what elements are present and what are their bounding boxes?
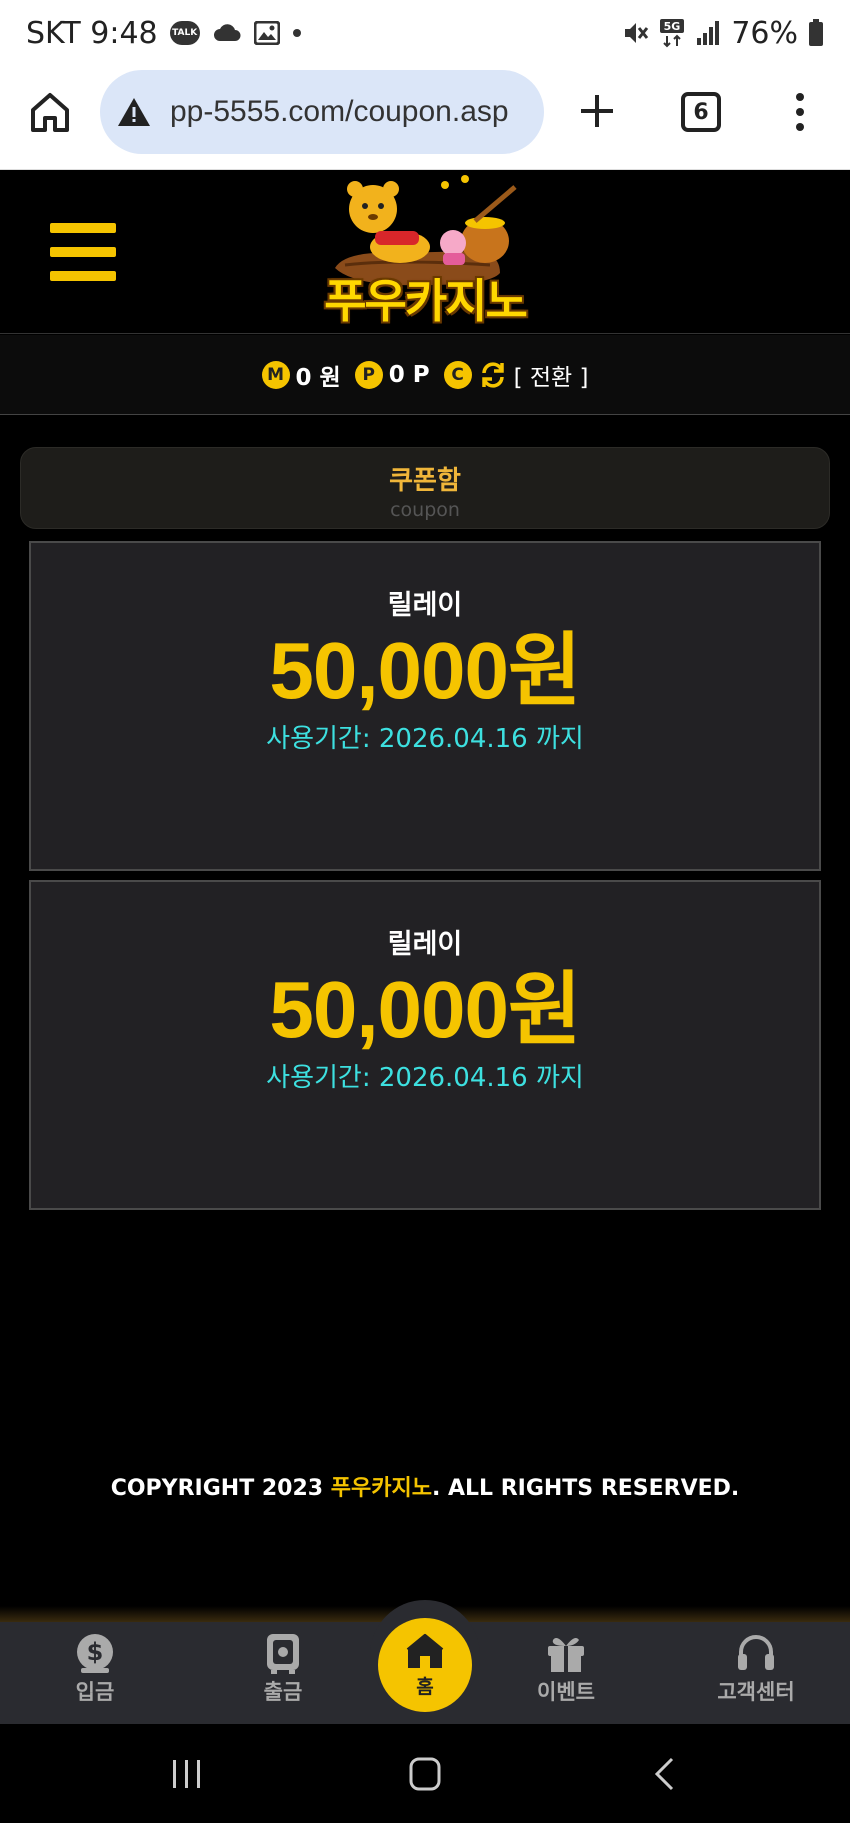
convert-button[interactable]: [ 전환 ] <box>514 358 589 392</box>
coupon-name: 릴레이 <box>387 929 463 960</box>
android-nav-bar <box>0 1724 850 1823</box>
copyright-prefix: COPYRIGHT 2023 <box>110 1476 331 1501</box>
site-logo[interactable]: 푸우카지노 <box>305 173 545 328</box>
coupon-period: 사용기간: 2026.04.16 까지 <box>266 1063 584 1093</box>
plus-icon <box>581 95 613 127</box>
mute-icon <box>621 19 649 47</box>
browser-toolbar: pp-5555.com/coupon.asp 6 <box>0 66 850 170</box>
nav-event[interactable]: 이벤트 <box>496 1632 636 1706</box>
headset-icon <box>738 1635 774 1670</box>
dot-icon <box>292 28 302 38</box>
page-title-korean: 쿠폰함 <box>389 466 461 496</box>
page-title: 쿠폰함 coupon <box>20 447 830 529</box>
status-bar: SKT 9:48 TALK 5G 76% <box>0 0 850 66</box>
nav-home-label: 홈 <box>416 1675 434 1698</box>
battery-icon <box>808 19 824 47</box>
recent-apps-icon[interactable] <box>170 1758 204 1790</box>
money-value: 0 원 <box>295 364 341 391</box>
nav-withdraw-label: 출금 <box>263 1680 303 1704</box>
nav-event-label: 이벤트 <box>537 1680 595 1704</box>
new-tab-button[interactable] <box>576 90 618 132</box>
hamburger-menu-button[interactable] <box>50 223 116 281</box>
nav-deposit-label: 입금 <box>75 1680 115 1704</box>
site-header: 푸우카지노 <box>0 171 850 334</box>
carrier-time: SKT 9:48 <box>26 15 158 51</box>
nav-support-label: 고객센터 <box>717 1680 795 1704</box>
coupon-amount: 50,000원 <box>269 965 581 1054</box>
point-balance: P 0 P <box>354 360 430 389</box>
browser-menu-button[interactable] <box>790 90 810 134</box>
copyright-brand: 푸우카지노 <box>330 1476 432 1501</box>
coupon-amount: 50,000원 <box>269 626 581 715</box>
coupon-card[interactable]: 릴레이 50,000원 사용기간: 2026.04.16 까지 <box>29 880 821 1210</box>
url-text: pp-5555.com/coupon.asp <box>170 95 509 128</box>
casino-coin-icon: C <box>443 360 472 389</box>
copyright-text: COPYRIGHT 2023 푸우카지노. ALL RIGHTS RESERVE… <box>0 1470 850 1502</box>
refresh-icon[interactable] <box>478 360 508 390</box>
gallery-icon <box>253 21 280 45</box>
nav-support[interactable]: 고객센터 <box>686 1632 826 1706</box>
cloud-icon <box>212 23 242 43</box>
coupon-period: 사용기간: 2026.04.16 까지 <box>266 724 584 754</box>
coupon-name: 릴레이 <box>387 590 463 621</box>
balance-bar: M 0 원 P 0 P C [ 전환 ] <box>0 335 850 415</box>
point-value: 0 P <box>388 361 430 388</box>
signal-icon <box>695 20 721 46</box>
home-icon <box>406 1633 444 1668</box>
gift-icon <box>548 1638 584 1672</box>
money-coin-icon: M <box>261 360 290 389</box>
nav-withdraw[interactable]: 출금 <box>213 1632 353 1706</box>
coupon-card[interactable]: 릴레이 50,000원 사용기간: 2026.04.16 까지 <box>29 541 821 871</box>
nav-deposit[interactable]: $ 입금 <box>25 1632 165 1706</box>
kakaotalk-icon: TALK <box>169 21 200 45</box>
page-title-english: coupon <box>390 499 460 521</box>
home-icon <box>31 93 69 132</box>
android-home-icon[interactable] <box>408 1756 442 1792</box>
browser-home-button[interactable] <box>28 90 72 134</box>
money-balance: M 0 원 <box>261 358 341 392</box>
casino-balance: C [ 전환 ] <box>443 358 589 392</box>
warning-icon <box>118 98 150 126</box>
safe-icon <box>267 1634 299 1674</box>
money-bag-icon: $ <box>77 1634 113 1673</box>
network-5g-icon: 5G <box>659 18 685 48</box>
tab-switcher-button[interactable]: 6 <box>681 92 721 132</box>
more-icon <box>796 93 804 131</box>
point-coin-icon: P <box>354 360 383 389</box>
svg-text:$: $ <box>87 1638 104 1666</box>
screen: SKT 9:48 TALK 5G 76% pp-5555.com/coupon.… <box>0 0 850 1823</box>
copyright-suffix: . ALL RIGHTS RESERVED. <box>431 1476 740 1501</box>
nav-home[interactable]: 홈 <box>378 1618 472 1712</box>
svg-text:5G: 5G <box>664 20 681 33</box>
address-bar[interactable]: pp-5555.com/coupon.asp <box>100 70 544 154</box>
back-icon[interactable] <box>652 1756 676 1792</box>
battery-percent: 76% <box>731 15 798 51</box>
logo-text: 푸우카지노 <box>324 274 528 328</box>
